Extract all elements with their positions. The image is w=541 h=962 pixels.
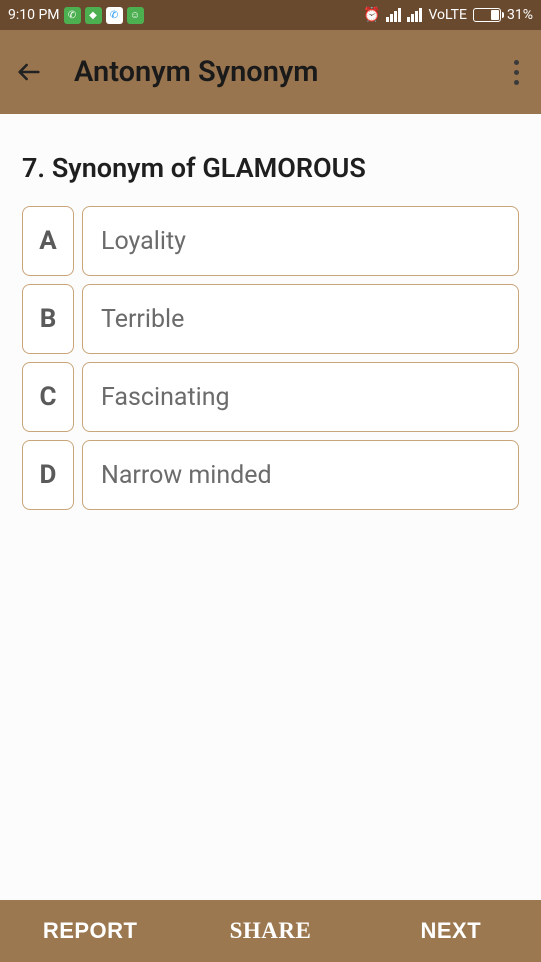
option-c[interactable]: C Fascinating (22, 362, 519, 432)
option-text: Narrow minded (82, 440, 519, 510)
question-prompt: Synonym of GLAMOROUS (52, 152, 366, 184)
status-bar: 9:10 PM ✆ ◆ ✆ ☺ ⏰ VoLTE 31% (0, 0, 541, 30)
content: 7. Synonym of GLAMOROUS A Loyality B Ter… (0, 114, 541, 510)
option-a[interactable]: A Loyality (22, 206, 519, 276)
option-letter: C (22, 362, 74, 432)
bottom-bar: REPORT SHARE NEXT (0, 900, 541, 962)
page-title: Antonym Synonym (74, 55, 319, 89)
option-letter: A (22, 206, 74, 276)
option-d[interactable]: D Narrow minded (22, 440, 519, 510)
arrow-left-icon (15, 58, 43, 86)
option-letter: B (22, 284, 74, 354)
network-label: VoLTE (428, 7, 467, 23)
overflow-menu-button[interactable] (506, 52, 527, 93)
next-button[interactable]: NEXT (361, 918, 541, 944)
dots-icon (514, 60, 519, 65)
status-time: 9:10 PM (8, 7, 60, 23)
battery-icon (473, 8, 501, 22)
chat-icon: ☺ (127, 7, 144, 24)
option-letter: D (22, 440, 74, 510)
shield-icon: ◆ (85, 7, 102, 24)
question-text: 7. Synonym of GLAMOROUS (22, 152, 519, 184)
option-text: Loyality (82, 206, 519, 276)
whatsapp-icon: ✆ (64, 7, 81, 24)
phone-icon: ✆ (106, 7, 123, 24)
report-button[interactable]: REPORT (0, 918, 180, 944)
signal-icon-2 (407, 8, 422, 22)
question-number: 7. (22, 152, 45, 184)
option-text: Terrible (82, 284, 519, 354)
option-text: Fascinating (82, 362, 519, 432)
app-bar: Antonym Synonym (0, 30, 541, 114)
alarm-icon: ⏰ (363, 7, 380, 23)
signal-icon-1 (386, 8, 401, 22)
back-button[interactable] (14, 57, 44, 87)
battery-percent: 31% (507, 7, 533, 23)
option-b[interactable]: B Terrible (22, 284, 519, 354)
share-button[interactable]: SHARE (180, 918, 360, 944)
